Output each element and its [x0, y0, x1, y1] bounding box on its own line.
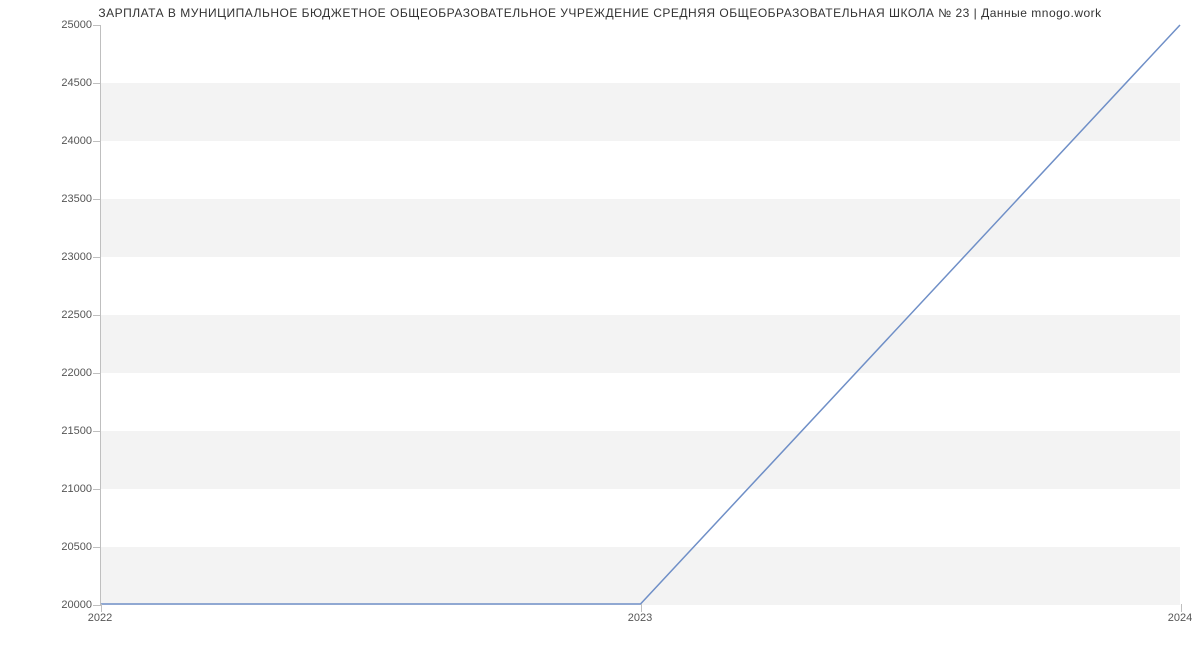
y-tick [93, 257, 101, 258]
x-tick [641, 604, 642, 612]
x-tick [101, 604, 102, 612]
x-axis-label: 2022 [88, 612, 112, 624]
y-axis-label: 21000 [12, 483, 92, 495]
y-tick [93, 315, 101, 316]
chart-container: ЗАРПЛАТА В МУНИЦИПАЛЬНОЕ БЮДЖЕТНОЕ ОБЩЕО… [0, 0, 1200, 650]
y-tick [93, 431, 101, 432]
y-axis-label: 20000 [12, 599, 92, 611]
y-tick [93, 83, 101, 84]
y-axis-label: 23500 [12, 193, 92, 205]
y-axis-label: 22000 [12, 367, 92, 379]
x-tick [1181, 604, 1182, 612]
y-axis-label: 21500 [12, 425, 92, 437]
y-axis-label: 24000 [12, 135, 92, 147]
y-tick [93, 489, 101, 490]
y-tick [93, 373, 101, 374]
y-axis-label: 25000 [12, 19, 92, 31]
y-tick [93, 25, 101, 26]
y-tick [93, 547, 101, 548]
y-axis-label: 24500 [12, 77, 92, 89]
y-tick [93, 605, 101, 606]
data-line [101, 25, 1180, 604]
y-axis-label: 20500 [12, 541, 92, 553]
y-axis-label: 23000 [12, 251, 92, 263]
x-axis-label: 2024 [1168, 612, 1192, 624]
y-tick [93, 199, 101, 200]
chart-title: ЗАРПЛАТА В МУНИЦИПАЛЬНОЕ БЮДЖЕТНОЕ ОБЩЕО… [0, 6, 1200, 20]
line-series [101, 25, 1180, 604]
x-axis-label: 2023 [628, 612, 652, 624]
y-axis-label: 22500 [12, 309, 92, 321]
y-tick [93, 141, 101, 142]
plot-area [100, 25, 1180, 605]
